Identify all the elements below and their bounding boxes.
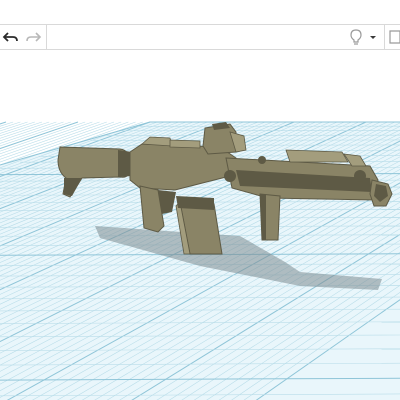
workplane-scene xyxy=(0,121,400,400)
app-window xyxy=(0,0,400,400)
toolbar-divider-right xyxy=(384,25,385,49)
top-strip xyxy=(0,0,400,24)
toolbar-divider xyxy=(46,25,47,49)
toolbar xyxy=(0,24,400,50)
workplane-viewport[interactable] xyxy=(0,50,400,400)
lightbulb-button[interactable] xyxy=(346,28,366,46)
redo-button[interactable] xyxy=(24,28,44,46)
undo-button[interactable] xyxy=(2,28,22,46)
lightbulb-dropdown[interactable] xyxy=(366,28,380,46)
notes-button[interactable] xyxy=(388,28,400,46)
caret-down-icon xyxy=(366,28,380,46)
redo-arrow-icon xyxy=(24,28,44,46)
note-icon xyxy=(388,28,400,46)
undo-arrow-icon xyxy=(2,28,22,46)
lightbulb-icon xyxy=(346,28,366,46)
